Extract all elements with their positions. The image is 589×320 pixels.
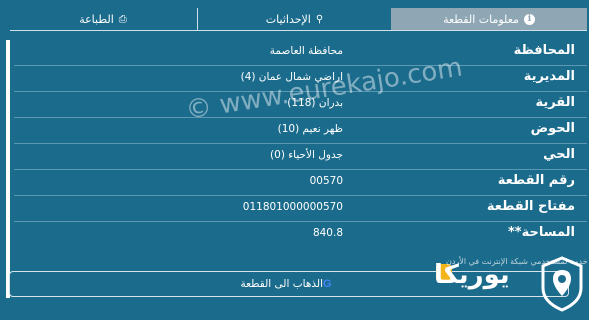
- map-pin-icon: ⚲: [315, 13, 324, 25]
- row-neighborhood: الحي جدول الأحياء (0): [14, 144, 587, 170]
- row-parcel-key: مفتاح القطعة 011801000000570: [14, 196, 587, 222]
- row-value: جدول الأحياء (0): [270, 149, 343, 161]
- google-icon: G: [322, 278, 332, 290]
- row-value: اراضي شمال عمان (4): [240, 71, 343, 83]
- tab-divider: [10, 30, 587, 31]
- row-value: محافظة العاصمة: [269, 45, 343, 57]
- printer-icon: ⎙: [118, 13, 127, 25]
- row-label: رقم القطعة: [497, 173, 575, 188]
- row-governorate: المحافظة محافظة العاصمة: [14, 40, 587, 66]
- row-label: المحافظة: [513, 43, 575, 58]
- tab-print-label: الطباعة: [79, 12, 114, 26]
- row-value: 00570: [309, 175, 343, 187]
- tab-parcel-info[interactable]: معلومات القطعة i: [391, 8, 587, 30]
- row-label: القرية: [535, 95, 575, 110]
- row-label: الحوض: [530, 121, 575, 136]
- tab-print[interactable]: الطباعة ⎙: [10, 8, 196, 30]
- row-parcel-number: رقم القطعة 00570: [14, 170, 587, 196]
- row-value: ظهر نعيم (10): [277, 123, 343, 135]
- tab-parcel-info-label: معلومات القطعة: [443, 12, 519, 26]
- row-label: الحي: [543, 147, 575, 162]
- info-icon: i: [523, 13, 535, 25]
- row-value: 011801000000570: [242, 201, 343, 213]
- row-label: المساحة**: [507, 225, 575, 240]
- row-village: القرية بدران (118): [14, 92, 587, 118]
- row-area: المساحة** 840.8: [14, 222, 587, 247]
- tab-bar: الطباعة ⎙ الإحداثيات ⚲ معلومات القطعة i: [0, 0, 589, 34]
- row-label: المديرية: [523, 69, 575, 84]
- goto-parcel-button[interactable]: الذهاب الى القطعة G: [9, 271, 569, 297]
- row-label: مفتاح القطعة: [486, 199, 575, 214]
- row-directorate: المديرية اراضي شمال عمان (4): [14, 66, 587, 92]
- tab-coordinates[interactable]: الإحداثيات ⚲: [197, 8, 391, 30]
- goto-parcel-label: الذهاب الى القطعة: [240, 278, 323, 290]
- row-basin: الحوض ظهر نعيم (10): [14, 118, 587, 144]
- row-value: بدران (118): [287, 97, 343, 109]
- parcel-info-panel: المحافظة محافظة العاصمة المديرية اراضي ش…: [6, 40, 587, 298]
- row-value: 840.8: [312, 227, 343, 239]
- tab-coordinates-label: الإحداثيات: [265, 12, 311, 26]
